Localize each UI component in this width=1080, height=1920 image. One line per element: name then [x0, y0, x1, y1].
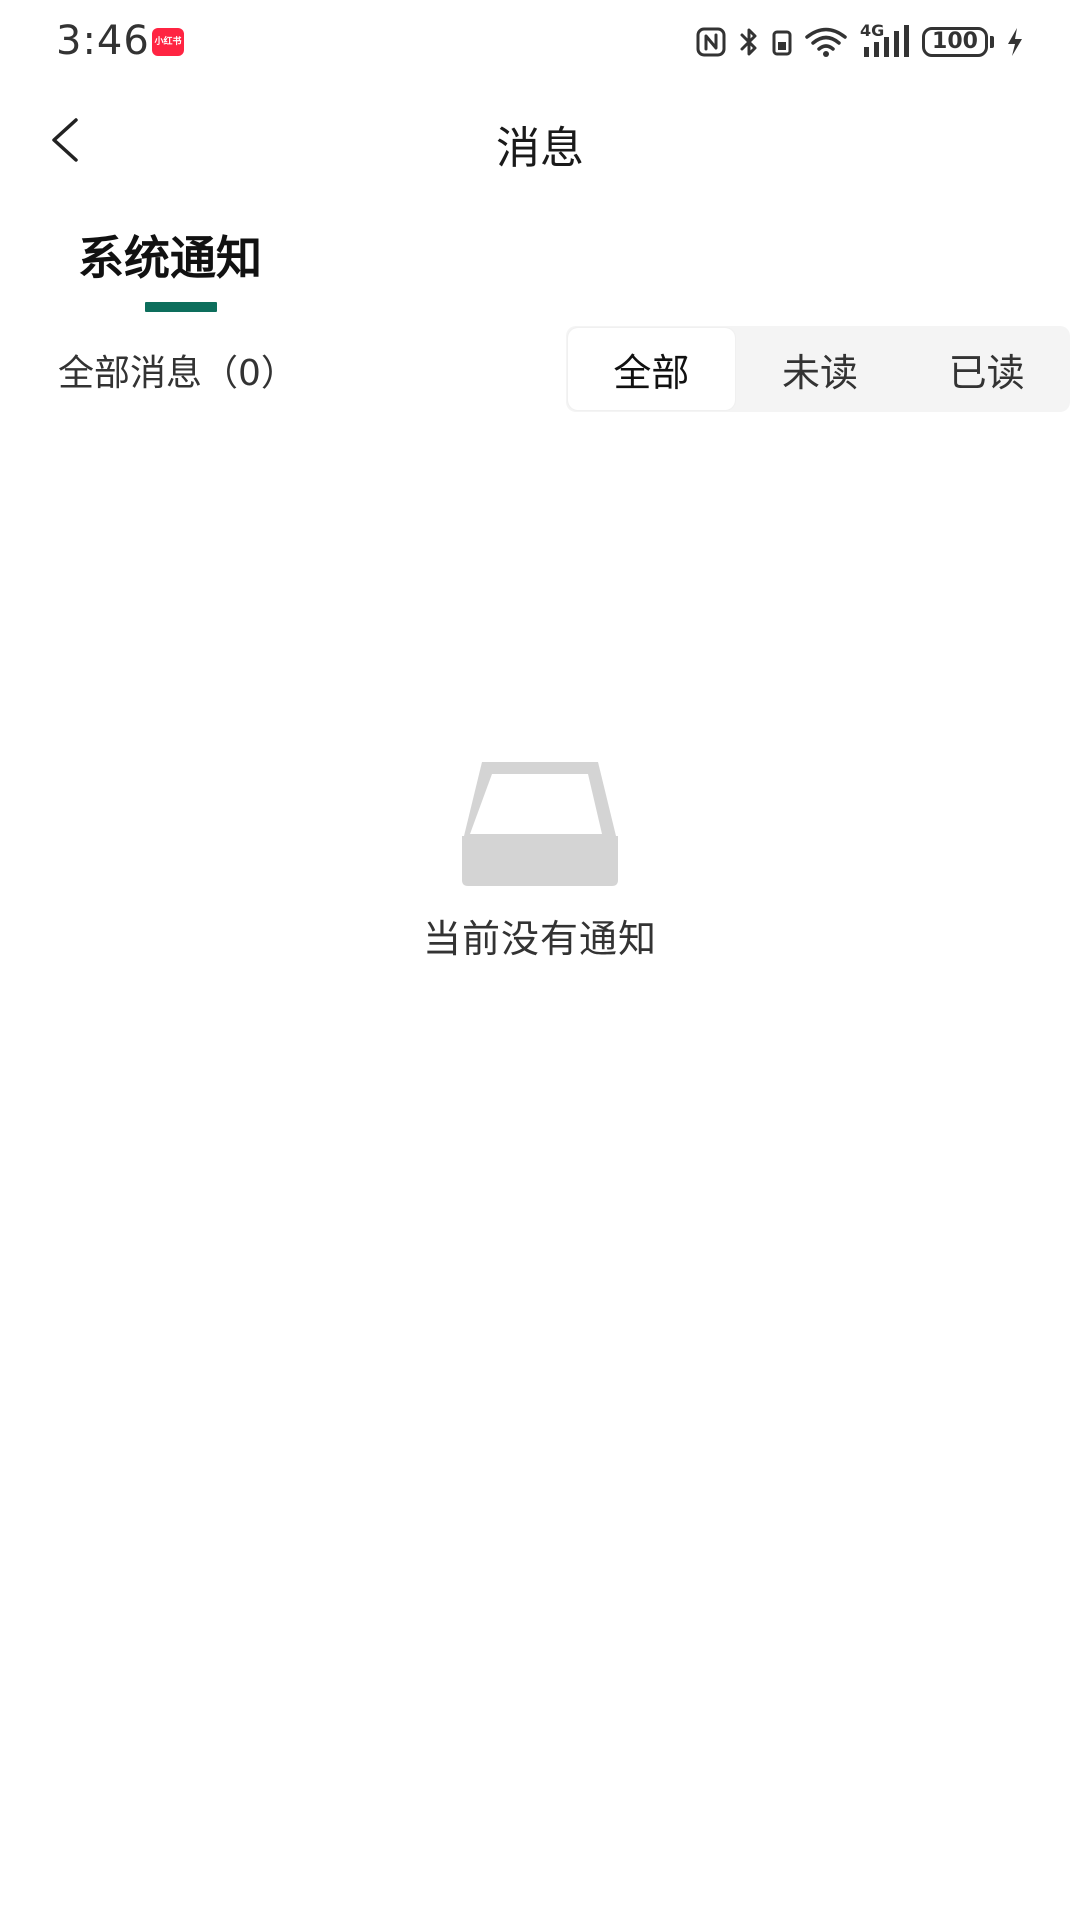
empty-state-message: 当前没有通知 — [422, 917, 657, 961]
signal-icon — [864, 25, 909, 57]
bluetooth-icon — [740, 28, 757, 56]
tab-system-notice[interactable]: 系统通知 — [78, 222, 262, 288]
header: 消息 — [0, 86, 1080, 190]
battery-icon: 100 — [922, 27, 988, 57]
vibrate-icon — [772, 30, 792, 56]
nfc-icon — [696, 27, 726, 57]
filter-all[interactable]: 全部 — [568, 328, 735, 410]
page-title: 消息 — [496, 123, 584, 174]
status-time: 3:46 — [56, 18, 150, 64]
message-count-label: 全部消息（0） — [58, 353, 297, 394]
tab-active-indicator — [145, 302, 217, 312]
wifi-icon — [805, 27, 847, 57]
filter-unread[interactable]: 未读 — [737, 326, 904, 412]
battery-nub — [990, 36, 994, 48]
status-icons: 4G 100 — [696, 21, 1024, 62]
signal-indicator: 4G — [860, 21, 910, 59]
app-notification-badge: 小红书 — [152, 28, 184, 56]
filter-read[interactable]: 已读 — [903, 326, 1070, 412]
read-filter-segmented-control: 全部 未读 已读 — [566, 326, 1070, 412]
charging-icon — [1008, 28, 1022, 56]
status-bar: 3:46 小红书 4G 100 — [0, 0, 1080, 86]
empty-state: 当前没有通知 — [0, 760, 1080, 963]
inbox-tray-icon — [462, 762, 618, 886]
